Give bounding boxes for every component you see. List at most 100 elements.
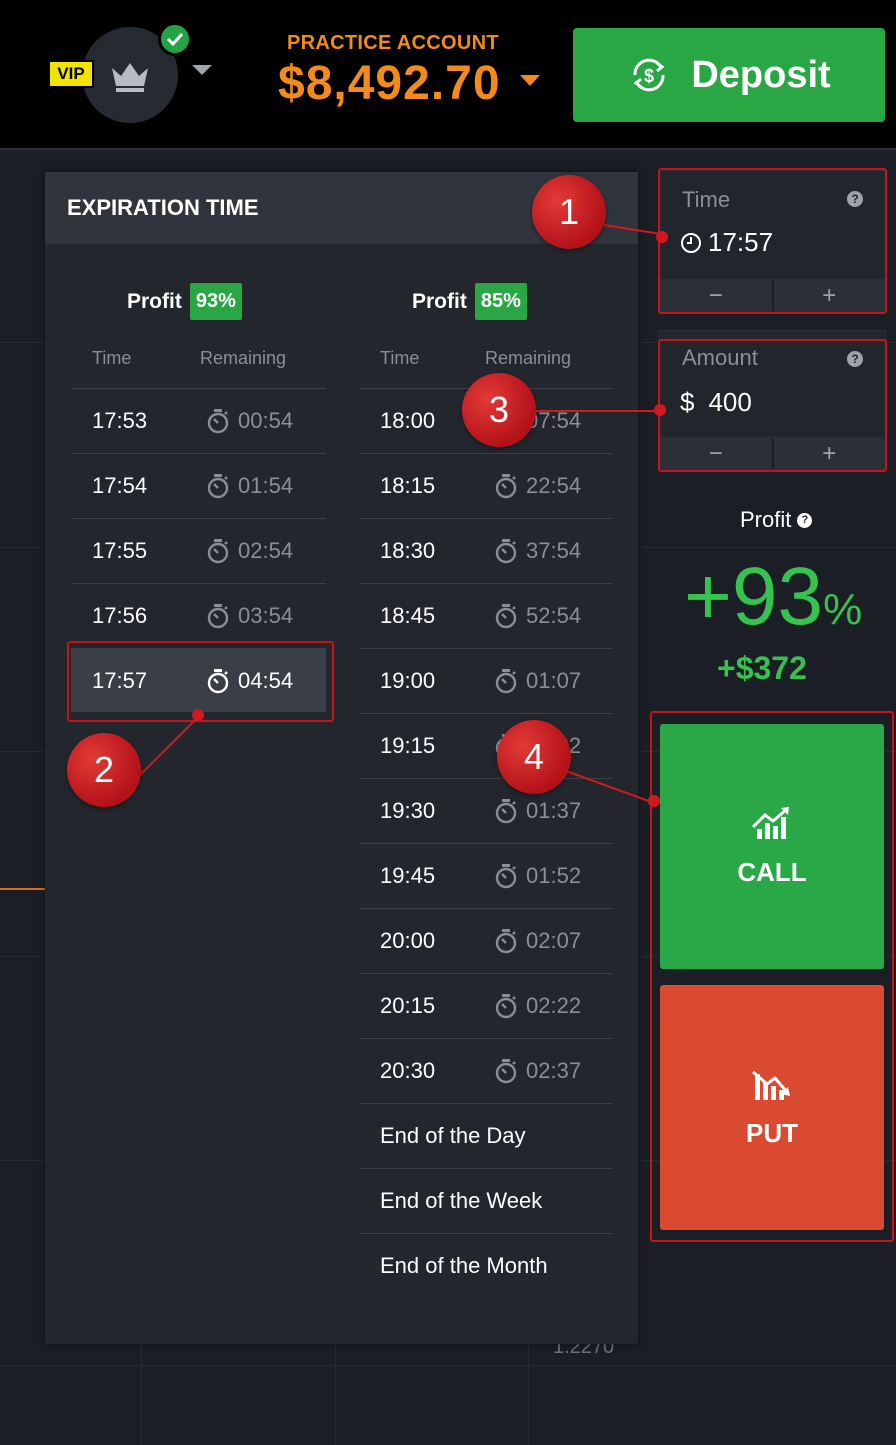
- top-bar: VIP PRACTICE ACCOUNT $8,492.70 $ Deposit: [0, 0, 896, 150]
- remaining-time: 02:54: [206, 538, 293, 564]
- remaining-value: 02:37: [526, 1057, 582, 1083]
- stopwatch-icon: [207, 473, 229, 498]
- account-dropdown-chevron-icon[interactable]: [520, 75, 540, 86]
- stopwatch-icon: [495, 928, 517, 953]
- remaining-time: 02:22: [494, 993, 581, 1019]
- remaining-time: 02:37: [494, 1058, 581, 1084]
- stopwatch-icon: [495, 1058, 517, 1083]
- verified-check-icon: [158, 22, 192, 56]
- col-time-header: Time: [92, 348, 132, 368]
- expiration-row[interactable]: 19:00 01:07: [359, 648, 612, 712]
- remaining-value: 22:54: [526, 472, 582, 498]
- expiration-time: 19:45: [380, 862, 436, 888]
- remaining-value: 01:07: [526, 667, 582, 693]
- profit-label: Profit: [412, 289, 467, 313]
- expiration-time: 18:45: [380, 602, 436, 628]
- expiration-time: 20:15: [380, 992, 436, 1018]
- expiration-row-period[interactable]: End of the Day: [359, 1103, 612, 1167]
- remaining-value: 00:54: [238, 407, 294, 433]
- remaining-time: 03:54: [206, 603, 293, 629]
- annotation-dot: [654, 404, 666, 416]
- remaining-time: 00:54: [206, 408, 293, 434]
- profit-badge: 93%: [189, 283, 242, 320]
- stopwatch-icon: [207, 408, 229, 433]
- chart-gridline: [0, 1365, 896, 1366]
- remaining-value: 01:54: [238, 472, 294, 498]
- profile-dropdown-chevron-icon[interactable]: [192, 65, 212, 75]
- remaining-value: 52:54: [526, 602, 582, 628]
- remaining-time: 22:54: [494, 473, 581, 499]
- profit-header-left: Profit 93%: [127, 283, 242, 320]
- annotation-line: [535, 410, 660, 412]
- annotation-box-time: [658, 168, 887, 314]
- expiration-row[interactable]: 19:30 01:37: [359, 778, 612, 842]
- expiration-row[interactable]: 20:00 02:07: [359, 908, 612, 972]
- help-icon[interactable]: ?: [797, 512, 813, 528]
- deposit-dollar-icon: $: [633, 58, 665, 92]
- expiration-time: 18:30: [380, 537, 436, 563]
- profit-info-label: Profit: [740, 507, 792, 532]
- expiration-row[interactable]: 17:53 00:54: [71, 388, 326, 452]
- remaining-value: 01:37: [526, 797, 582, 823]
- remaining-time: 02:07: [494, 928, 581, 954]
- col-time-header: Time: [380, 348, 420, 368]
- profit-badge: 85%: [474, 283, 527, 320]
- chart-gridline: [141, 1340, 142, 1445]
- profit-label: Profit: [127, 289, 182, 313]
- expiration-time: 20:30: [380, 1057, 436, 1083]
- expiration-row[interactable]: 18:45 52:54: [359, 583, 612, 647]
- remaining-value: 02:07: [526, 927, 582, 953]
- account-balance[interactable]: $8,492.70: [278, 56, 501, 111]
- expiration-row[interactable]: 17:55 02:54: [71, 518, 326, 582]
- expiration-period: End of the Day: [380, 1122, 526, 1148]
- annotation-dot: [656, 231, 668, 243]
- expiration-time: 20:00: [380, 927, 436, 953]
- expiration-row[interactable]: 17:56 03:54: [71, 583, 326, 647]
- account-type-label: PRACTICE ACCOUNT: [287, 32, 499, 54]
- expiration-row-period[interactable]: End of the Month: [359, 1233, 612, 1297]
- profit-percent: +93%: [684, 550, 862, 644]
- remaining-value: 03:54: [238, 602, 294, 628]
- deposit-label: Deposit: [691, 53, 831, 96]
- stopwatch-icon: [495, 863, 517, 888]
- expiration-time: 17:53: [92, 407, 148, 433]
- profit-percent-value: +93: [684, 551, 824, 642]
- chart-gridline: [335, 1340, 336, 1445]
- remaining-time: 01:54: [206, 473, 293, 499]
- remaining-time: 52:54: [494, 603, 581, 629]
- expiration-row[interactable]: 20:30 02:37: [359, 1038, 612, 1102]
- expiration-row-period[interactable]: End of the Week: [359, 1168, 612, 1232]
- expiration-time: 19:00: [380, 667, 436, 693]
- stopwatch-icon: [495, 538, 517, 563]
- col-remaining-header: Remaining: [200, 348, 287, 368]
- stopwatch-icon: [495, 603, 517, 628]
- stopwatch-icon: [495, 668, 517, 693]
- chart-gridline: [528, 1340, 529, 1445]
- stopwatch-icon: [207, 603, 229, 628]
- remaining-time: 01:52: [494, 863, 581, 889]
- deposit-button[interactable]: $ Deposit: [573, 28, 885, 122]
- expiration-row[interactable]: 18:30 37:54: [359, 518, 612, 582]
- annotation-marker-4: 4: [497, 720, 571, 794]
- expiration-period: End of the Week: [380, 1187, 543, 1213]
- remaining-time: 37:54: [494, 538, 581, 564]
- expiration-row[interactable]: 20:15 02:22: [359, 973, 612, 1037]
- expiration-time: 19:30: [380, 797, 436, 823]
- vip-badge: VIP: [48, 60, 94, 88]
- remaining-value: 37:54: [526, 537, 582, 563]
- expiration-row[interactable]: 19:1501:22: [359, 713, 612, 777]
- stopwatch-icon: [495, 993, 517, 1018]
- profit-amount: +$372: [717, 650, 807, 686]
- expiration-row[interactable]: 19:45 01:52: [359, 843, 612, 907]
- expiration-row[interactable]: 17:54 01:54: [71, 453, 326, 517]
- col-remaining-header: Remaining: [485, 348, 572, 368]
- expiration-time: 19:15: [380, 732, 436, 758]
- remaining-value: 02:54: [238, 537, 294, 563]
- annotation-marker-1: 1: [532, 175, 606, 249]
- expiration-row[interactable]: 18:15 22:54: [359, 453, 612, 517]
- profit-info: Profit ?: [740, 507, 813, 533]
- remaining-time: 01:37: [494, 798, 581, 824]
- annotation-box-trade: [650, 711, 894, 1242]
- stopwatch-icon: [495, 798, 517, 823]
- stopwatch-icon: [495, 473, 517, 498]
